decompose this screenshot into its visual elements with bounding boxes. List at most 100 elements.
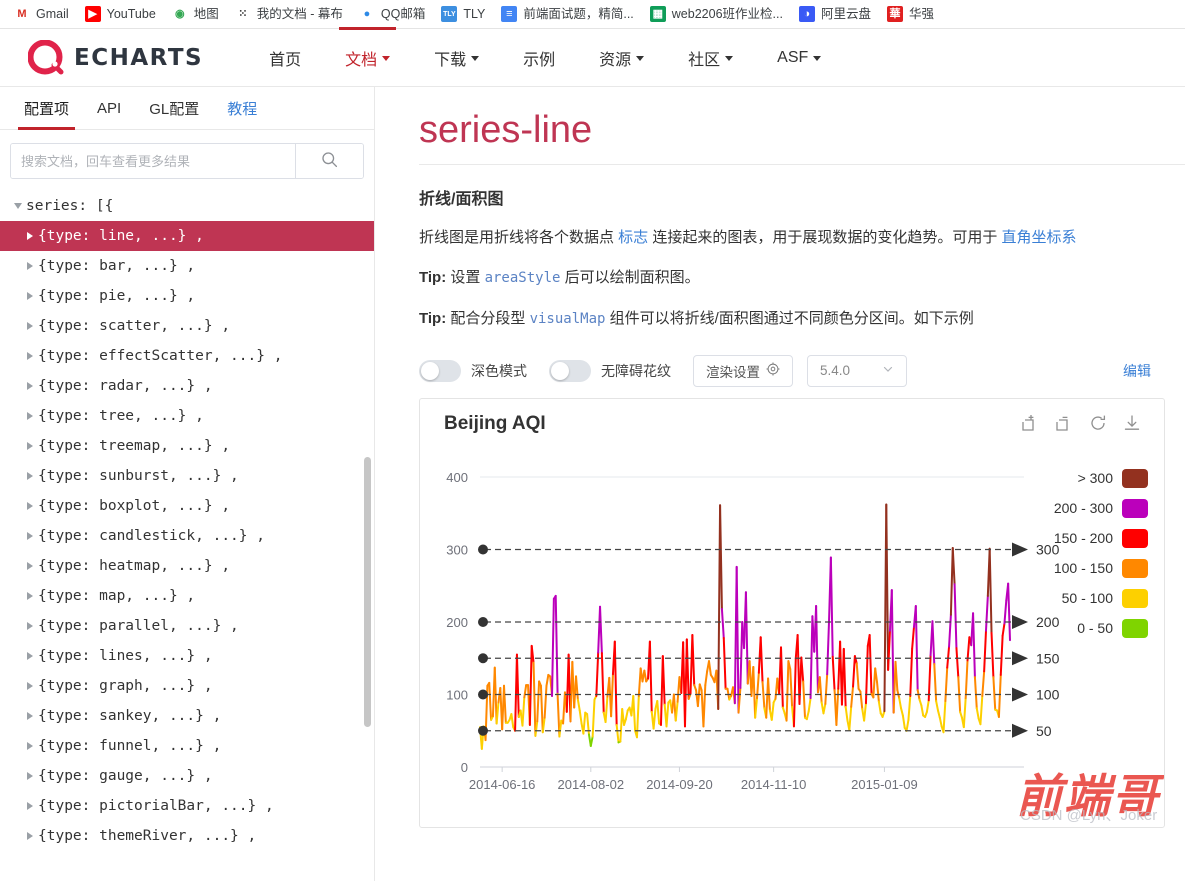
tree-item[interactable]: {type: boxplot, ...} , bbox=[0, 491, 374, 521]
accessible-pattern-toggle[interactable] bbox=[549, 359, 591, 382]
chevron-right-icon bbox=[22, 232, 38, 240]
bookmark-item[interactable]: ≡ 前端面试题，精简... bbox=[493, 3, 641, 25]
y-axis-tick-label: 400 bbox=[446, 470, 468, 485]
bookmark-item[interactable]: ● QQ邮箱 bbox=[351, 3, 433, 25]
docs-tab-GL配置[interactable]: GL配置 bbox=[135, 88, 213, 129]
version-select[interactable]: 5.4.0 bbox=[807, 354, 907, 387]
visualmap-swatch[interactable] bbox=[1122, 528, 1148, 548]
chevron-right-icon bbox=[22, 412, 38, 420]
tree-item[interactable]: {type: scatter, ...} , bbox=[0, 311, 374, 341]
search-input[interactable] bbox=[11, 144, 295, 178]
option-tree: series: [{ {type: line, ...} , {type: bar… bbox=[0, 187, 374, 881]
caret-down-icon bbox=[382, 56, 391, 61]
tree-item[interactable]: {type: line, ...} , bbox=[0, 221, 374, 251]
visualmap-label: 50 - 100 bbox=[1062, 590, 1114, 606]
bookmark-item[interactable]: TLY TLY bbox=[433, 3, 493, 25]
title-divider bbox=[419, 164, 1185, 165]
bookmark-item[interactable]: ▦ web2206班作业检... bbox=[642, 3, 791, 25]
bookmark-label: TLY bbox=[463, 7, 486, 21]
chevron-right-icon bbox=[22, 712, 38, 720]
bookmark-label: 我的文档 - 幕布 bbox=[256, 7, 343, 21]
brand-name: ECHARTS bbox=[74, 44, 204, 71]
mark-line-label: 50 bbox=[1036, 723, 1052, 739]
tree-root-series[interactable]: series: [{ bbox=[0, 191, 374, 221]
nav-item-文档[interactable]: 文档 bbox=[329, 26, 406, 88]
visualmap-swatch[interactable] bbox=[1122, 498, 1148, 518]
tip-label-1: Tip: bbox=[419, 269, 447, 287]
tree-item-label: {type: gauge, ...} , bbox=[38, 768, 213, 784]
tree-item[interactable]: {type: pie, ...} , bbox=[0, 281, 374, 311]
bookmark-label: QQ邮箱 bbox=[380, 7, 426, 21]
tree-item[interactable]: {type: gauge, ...} , bbox=[0, 761, 374, 791]
accessible-pattern-label: 无障碍花纹 bbox=[601, 362, 671, 379]
mark-line-start-dot bbox=[478, 653, 488, 663]
bookmark-item[interactable]: ◑ 阿里云盘 bbox=[791, 3, 879, 25]
tree-item[interactable]: {type: map, ...} , bbox=[0, 581, 374, 611]
dark-mode-toggle[interactable] bbox=[419, 359, 461, 382]
tree-item-label: {type: pictorialBar, ...} , bbox=[38, 798, 274, 814]
x-axis-tick-label: 2014-06-16 bbox=[469, 777, 536, 792]
bookmark-label: YouTube bbox=[106, 7, 156, 21]
bookmark-label: 地图 bbox=[193, 7, 219, 21]
tree-item[interactable]: {type: sankey, ...} , bbox=[0, 701, 374, 731]
nav-item-示例[interactable]: 示例 bbox=[507, 28, 571, 88]
tree-item[interactable]: {type: treemap, ...} , bbox=[0, 431, 374, 461]
nav-item-下载[interactable]: 下载 bbox=[418, 28, 495, 88]
bookmark-item[interactable]: ◉ 地图 bbox=[164, 3, 227, 25]
site-header: ECHARTS 首页 文档 下载 示例 资源 社区 ASF bbox=[0, 26, 1185, 88]
mubu-icon: ⁙ bbox=[234, 6, 251, 22]
chevron-right-icon bbox=[22, 832, 38, 840]
docs-tab-教程[interactable]: 教程 bbox=[213, 88, 271, 129]
tree-item[interactable]: {type: parallel, ...} , bbox=[0, 611, 374, 641]
bookmark-item[interactable]: M Gmail bbox=[6, 3, 77, 25]
intro-paragraph: 折线图是用折线将各个数据点 标志 连接起来的图表，用于展现数据的变化趋势。可用于… bbox=[419, 225, 1185, 251]
marker-link[interactable]: 标志 bbox=[618, 229, 648, 246]
nav-item-ASF[interactable]: ASF bbox=[761, 31, 837, 85]
bookmark-item[interactable]: 華华强 bbox=[879, 3, 942, 25]
doc-content: series-line 折线/面积图 折线图是用折线将各个数据点 标志 连接起来… bbox=[375, 87, 1185, 881]
bookmark-label: 华强 bbox=[908, 7, 934, 21]
visualmap-swatch[interactable] bbox=[1122, 558, 1148, 578]
sidebar-scrollbar[interactable] bbox=[364, 457, 371, 727]
docs-tab-bar: 配置项 API GL配置 教程 bbox=[0, 87, 374, 130]
chevron-down-icon bbox=[882, 363, 894, 378]
docs-tab-配置项[interactable]: 配置项 bbox=[10, 88, 83, 130]
tree-item[interactable]: {type: funnel, ...} , bbox=[0, 731, 374, 761]
visualmap-swatch[interactable] bbox=[1122, 468, 1148, 488]
nav-item-label: 示例 bbox=[523, 51, 556, 69]
main-nav: 首页 文档 下载 示例 资源 社区 ASF bbox=[247, 26, 843, 88]
tree-item[interactable]: {type: effectScatter, ...} , bbox=[0, 341, 374, 371]
tree-item[interactable]: {type: sunburst, ...} , bbox=[0, 461, 374, 491]
render-settings-button[interactable]: 渲染设置 bbox=[693, 354, 793, 387]
docs-tab-API[interactable]: API bbox=[83, 90, 135, 127]
nav-item-社区[interactable]: 社区 bbox=[672, 28, 749, 88]
edit-link[interactable]: 编辑 bbox=[1123, 361, 1151, 381]
render-settings-label: 渲染设置 bbox=[706, 364, 760, 380]
visualmap-swatch[interactable] bbox=[1122, 618, 1148, 638]
echarts-logo[interactable]: ECHARTS bbox=[27, 39, 204, 76]
bookmark-item[interactable]: ⁙ 我的文档 - 幕布 bbox=[227, 3, 351, 25]
y-axis-tick-label: 100 bbox=[446, 687, 468, 702]
tree-item[interactable]: {type: lines, ...} , bbox=[0, 641, 374, 671]
nav-item-label: 下载 bbox=[434, 51, 467, 69]
visualmap-label: 100 - 150 bbox=[1054, 560, 1113, 576]
tree-item[interactable]: {type: tree, ...} , bbox=[0, 401, 374, 431]
tly-icon: TLY bbox=[441, 6, 458, 22]
tree-item-label: {type: themeRiver, ...} , bbox=[38, 828, 257, 844]
cartesian-link[interactable]: 直角坐标系 bbox=[1002, 229, 1077, 246]
nav-item-首页[interactable]: 首页 bbox=[253, 28, 317, 88]
tree-item[interactable]: {type: pictorialBar, ...} , bbox=[0, 791, 374, 821]
tree-item[interactable]: {type: themeRiver, ...} , bbox=[0, 821, 374, 851]
bookmark-item[interactable]: ▶ YouTube bbox=[77, 3, 164, 25]
intro-text-b: 连接起来的图表，用于展现数据的变化趋势。可用于 bbox=[648, 229, 1002, 246]
x-axis-tick-label: 2015-01-09 bbox=[851, 777, 918, 792]
mark-line-start-dot bbox=[478, 616, 488, 627]
nav-item-资源[interactable]: 资源 bbox=[583, 28, 660, 88]
visualmap-swatch[interactable] bbox=[1122, 588, 1148, 608]
tree-item[interactable]: {type: heatmap, ...} , bbox=[0, 551, 374, 581]
tree-item[interactable]: {type: bar, ...} , bbox=[0, 251, 374, 281]
tree-item[interactable]: {type: graph, ...} , bbox=[0, 671, 374, 701]
tree-item[interactable]: {type: candlestick, ...} , bbox=[0, 521, 374, 551]
tree-item[interactable]: {type: radar, ...} , bbox=[0, 371, 374, 401]
search-button[interactable] bbox=[295, 144, 363, 178]
